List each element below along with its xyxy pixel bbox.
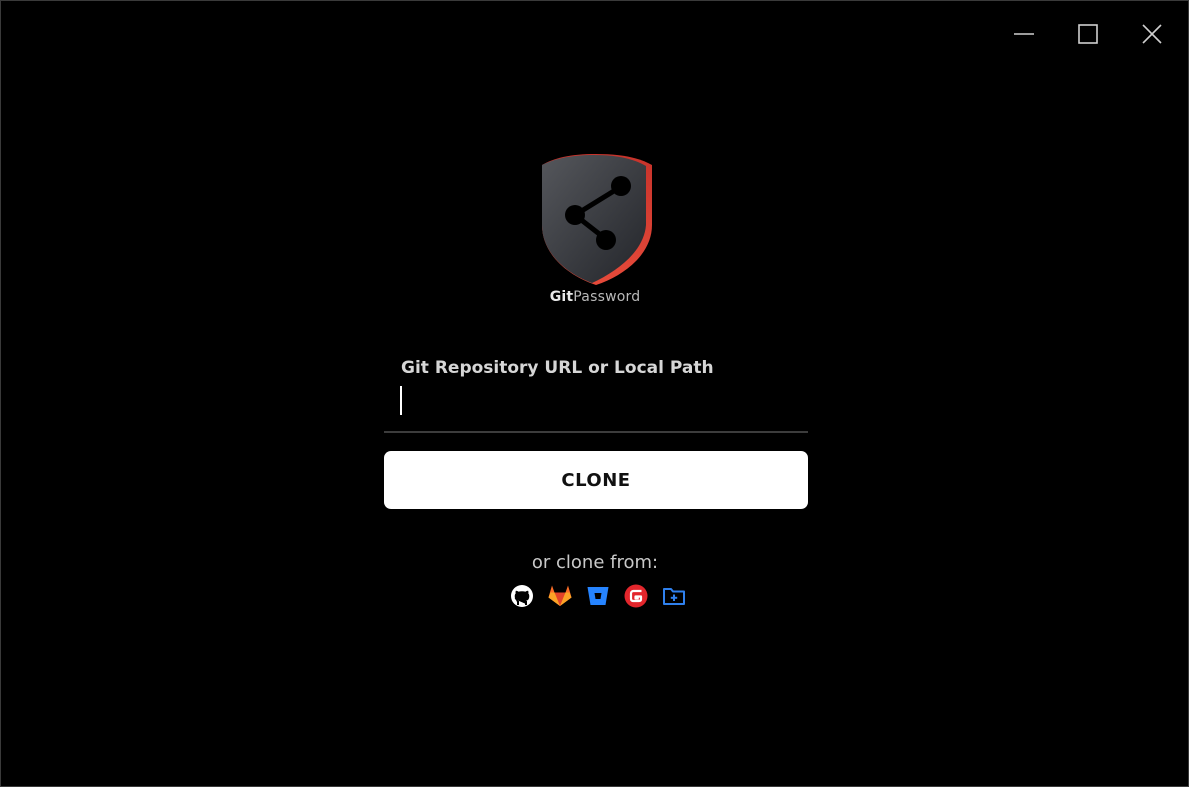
- gitee-icon: [624, 584, 648, 608]
- bitbucket-button[interactable]: [585, 583, 611, 609]
- local-folder-button[interactable]: [661, 583, 687, 609]
- repository-field: [384, 383, 808, 433]
- close-icon: [1142, 24, 1162, 44]
- github-button[interactable]: [509, 583, 535, 609]
- brand-git-text: Git: [549, 289, 574, 305]
- maximize-icon: [1078, 24, 1098, 44]
- brand-password-text: Password: [573, 289, 641, 305]
- minimize-button[interactable]: [1002, 15, 1046, 53]
- shield-share-logo-icon: [542, 154, 652, 285]
- app-brand-name: GitPassword: [495, 289, 695, 305]
- repository-field-label: Git Repository URL or Local Path: [401, 358, 714, 378]
- provider-list: [509, 583, 687, 609]
- repository-url-input[interactable]: [399, 385, 803, 421]
- text-caret: [400, 386, 402, 415]
- github-icon: [511, 585, 533, 607]
- window-controls: [1002, 15, 1174, 53]
- bitbucket-icon: [587, 587, 609, 605]
- folder-add-icon: [663, 588, 685, 605]
- maximize-button[interactable]: [1066, 15, 1110, 53]
- close-button[interactable]: [1130, 15, 1174, 53]
- gitlab-icon: [548, 585, 572, 606]
- gitlab-button[interactable]: [547, 583, 573, 609]
- minimize-icon: [1014, 33, 1034, 35]
- app-window: GitPassword Git Repository URL or Local …: [0, 0, 1189, 787]
- clone-from-label: or clone from:: [531, 552, 659, 573]
- clone-button[interactable]: CLONE: [384, 451, 808, 509]
- gitee-button[interactable]: [623, 583, 649, 609]
